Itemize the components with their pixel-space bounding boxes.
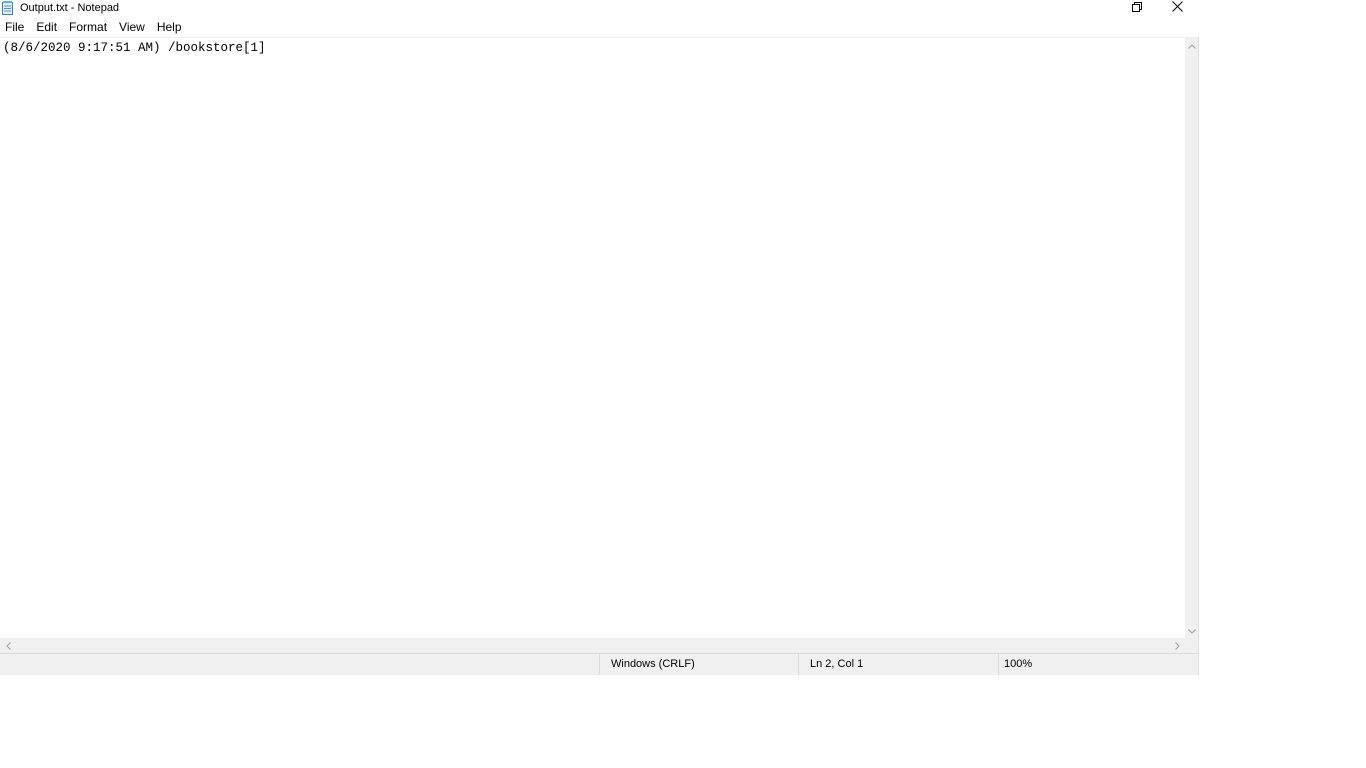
chevron-down-icon: [1187, 621, 1196, 639]
notepad-window: Output.txt - Notepad File Edit Format Vi…: [0, 0, 1199, 675]
vertical-scrollbar[interactable]: [1185, 37, 1198, 638]
menu-format[interactable]: Format: [63, 18, 113, 37]
horizontal-scrollbar[interactable]: [0, 638, 1185, 653]
chevron-left-icon: [5, 637, 11, 655]
close-icon: [1171, 0, 1183, 17]
scrollbar-corner: [1185, 638, 1199, 653]
chevron-right-icon: [1174, 637, 1180, 655]
text-editor[interactable]: (8/6/2020 9:17:51 AM) /bookstore[1]: [0, 37, 1185, 638]
title-bar[interactable]: Output.txt - Notepad: [0, 0, 1199, 17]
close-button[interactable]: [1157, 0, 1197, 16]
window-title: Output.txt - Notepad: [20, 2, 120, 14]
menu-bar: File Edit Format View Help: [0, 18, 1199, 37]
editor-content[interactable]: (8/6/2020 9:17:51 AM) /bookstore[1]: [3, 40, 266, 56]
notepad-icon: [2, 1, 14, 15]
status-bar: Windows (CRLF) Ln 2, Col 1 100%: [0, 653, 1199, 675]
status-zoom: 100%: [998, 654, 1199, 675]
scroll-down-button[interactable]: [1185, 622, 1198, 638]
menu-edit[interactable]: Edit: [30, 18, 63, 37]
restore-icon: [1132, 0, 1142, 17]
window-border: [1198, 37, 1199, 675]
menu-file[interactable]: File: [0, 18, 30, 37]
status-line-ending: Windows (CRLF): [599, 654, 798, 675]
restore-button[interactable]: [1117, 0, 1157, 16]
scroll-left-button[interactable]: [0, 638, 16, 653]
menu-help[interactable]: Help: [151, 18, 188, 37]
scroll-up-button[interactable]: [1185, 37, 1198, 53]
menu-view[interactable]: View: [113, 18, 151, 37]
scroll-right-button[interactable]: [1169, 638, 1185, 653]
status-cursor-position: Ln 2, Col 1: [798, 654, 998, 675]
chevron-up-icon: [1187, 36, 1196, 54]
